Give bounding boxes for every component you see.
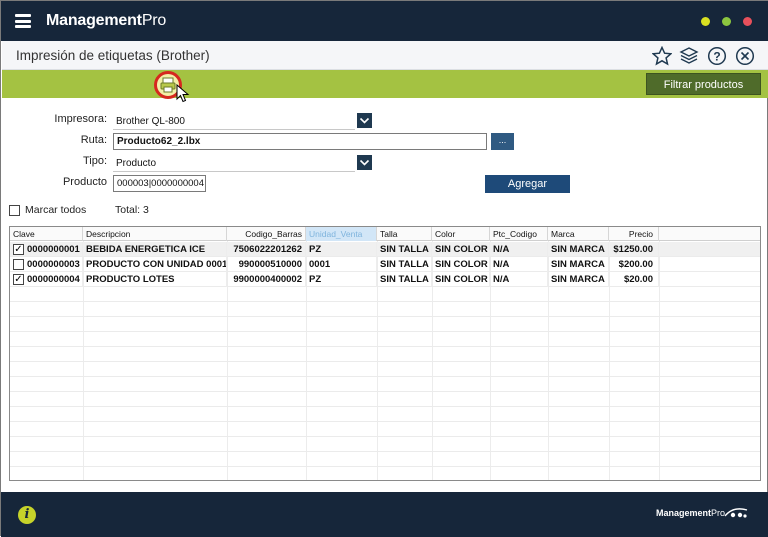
cell-descripcion: BEBIDA ENERGETICA ICE — [83, 242, 227, 257]
cell-codigo-barras: 7506022201262 — [227, 242, 306, 257]
empty-row — [10, 362, 760, 377]
cell-unidad-venta: PZ — [306, 272, 377, 287]
filter-products-button[interactable]: Filtrar productos — [646, 73, 761, 95]
producto-field[interactable]: 000003|0000000004 — [113, 175, 206, 192]
svg-text:?: ? — [713, 49, 720, 63]
cell-precio: $1250.00 — [609, 242, 659, 257]
empty-row — [10, 347, 760, 362]
cell-unidad-venta: PZ — [306, 242, 377, 257]
cell-ptc-codigo: N/A — [490, 272, 548, 287]
row-checkbox[interactable]: ✓ — [13, 274, 24, 285]
cell-clave: 0000000004 — [25, 272, 83, 287]
footer-brand: ManagementPro — [656, 508, 726, 518]
browse-button[interactable]: ... — [491, 133, 514, 150]
row-checkbox[interactable] — [13, 259, 24, 270]
footer-bar — [1, 492, 768, 537]
cell-color: SIN COLOR — [432, 272, 490, 287]
cell-ptc-codigo: N/A — [490, 257, 548, 272]
column-header-marca[interactable]: Marca — [548, 227, 609, 241]
close-window-button[interactable] — [743, 17, 752, 26]
empty-row — [10, 317, 760, 332]
app-window: ManagementPro Impresión de etiquetas (Br… — [0, 0, 768, 537]
cell-marca: SIN MARCA — [548, 272, 609, 287]
impresora-label: Impresora: — [54, 113, 107, 125]
tipo-label: Tipo: — [82, 155, 107, 167]
empty-row — [10, 332, 760, 347]
ruta-label: Ruta: — [80, 134, 107, 146]
cell-talla: SIN TALLA — [377, 272, 432, 287]
minimize-button[interactable] — [701, 17, 710, 26]
title-bar: ManagementPro — [1, 1, 768, 41]
table-row[interactable]: ✓ 0000000004 PRODUCTO LOTES 990000040000… — [10, 272, 760, 287]
marcar-todos-checkbox[interactable] — [9, 205, 20, 216]
cell-marca: SIN MARCA — [548, 242, 609, 257]
maximize-button[interactable] — [722, 17, 731, 26]
empty-row — [10, 452, 760, 467]
cell-talla: SIN TALLA — [377, 242, 432, 257]
empty-row — [10, 302, 760, 317]
total-count: Total: 3 — [115, 204, 149, 216]
tipo-select[interactable]: Producto — [113, 155, 355, 172]
chevron-down-icon[interactable] — [357, 155, 372, 170]
cell-unidad-venta: 0001 — [306, 257, 377, 272]
cell-clave: 0000000001 — [25, 242, 83, 257]
mouse-cursor-icon — [176, 84, 190, 103]
table-row[interactable]: 0000000003 PRODUCTO CON UNIDAD 0001 9900… — [10, 257, 760, 272]
column-header-talla[interactable]: Talla — [377, 227, 432, 241]
menu-icon[interactable] — [15, 14, 31, 28]
cell-clave: 0000000003 — [25, 257, 83, 272]
empty-row — [10, 422, 760, 437]
info-icon[interactable]: i — [18, 506, 36, 524]
help-icon[interactable]: ? — [707, 46, 727, 66]
cell-codigo-barras: 9900000400002 — [227, 272, 306, 287]
cell-precio: $200.00 — [609, 257, 659, 272]
empty-row — [10, 377, 760, 392]
star-icon[interactable] — [652, 46, 672, 66]
cell-ptc-codigo: N/A — [490, 242, 548, 257]
empty-row — [10, 392, 760, 407]
agregar-button[interactable]: Agregar — [485, 175, 570, 193]
marcar-todos-label[interactable]: Marcar todos — [25, 204, 86, 216]
cell-descripcion: PRODUCTO LOTES — [83, 272, 227, 287]
cell-color: SIN COLOR — [432, 242, 490, 257]
cell-marca: SIN MARCA — [548, 257, 609, 272]
empty-row — [10, 287, 760, 302]
row-checkbox[interactable]: ✓ — [13, 244, 24, 255]
app-brand: ManagementPro — [46, 12, 167, 29]
cell-precio: $20.00 — [609, 272, 659, 287]
cell-color: SIN COLOR — [432, 257, 490, 272]
logo-mark-icon — [724, 508, 748, 518]
producto-label: Producto — [62, 176, 107, 188]
page-title: Impresión de etiquetas (Brother) — [16, 48, 210, 63]
layers-icon[interactable] — [679, 46, 699, 66]
close-icon[interactable] — [735, 46, 755, 66]
column-header-color[interactable]: Color — [432, 227, 490, 241]
empty-row — [10, 437, 760, 452]
products-grid[interactable]: Clave Descripcion Codigo_Barras Unidad_V… — [9, 226, 761, 481]
column-header-descripcion[interactable]: Descripcion — [83, 227, 227, 241]
cell-codigo-barras: 990000510000 — [227, 257, 306, 272]
empty-row — [10, 407, 760, 422]
column-header-unidad-venta[interactable]: Unidad_Venta — [306, 227, 377, 241]
impresora-select[interactable]: Brother QL-800 — [113, 113, 355, 130]
page-header: Impresión de etiquetas (Brother) ? — [2, 41, 768, 70]
column-header-codigo-barras[interactable]: Codigo_Barras — [227, 227, 306, 241]
grid-header: Clave Descripcion Codigo_Barras Unidad_V… — [10, 227, 760, 241]
table-row[interactable]: ✓ 0000000001 BEBIDA ENERGETICA ICE 75060… — [10, 242, 760, 257]
column-header-ptc-codigo[interactable]: Ptc_Codigo — [490, 227, 548, 241]
cell-talla: SIN TALLA — [377, 257, 432, 272]
column-header-clave[interactable]: Clave — [10, 227, 83, 241]
column-header-precio[interactable]: Precio — [609, 227, 659, 241]
chevron-down-icon[interactable] — [357, 113, 372, 128]
cell-descripcion: PRODUCTO CON UNIDAD 0001 — [83, 257, 227, 272]
ruta-field[interactable]: Producto62_2.lbx — [113, 133, 487, 150]
